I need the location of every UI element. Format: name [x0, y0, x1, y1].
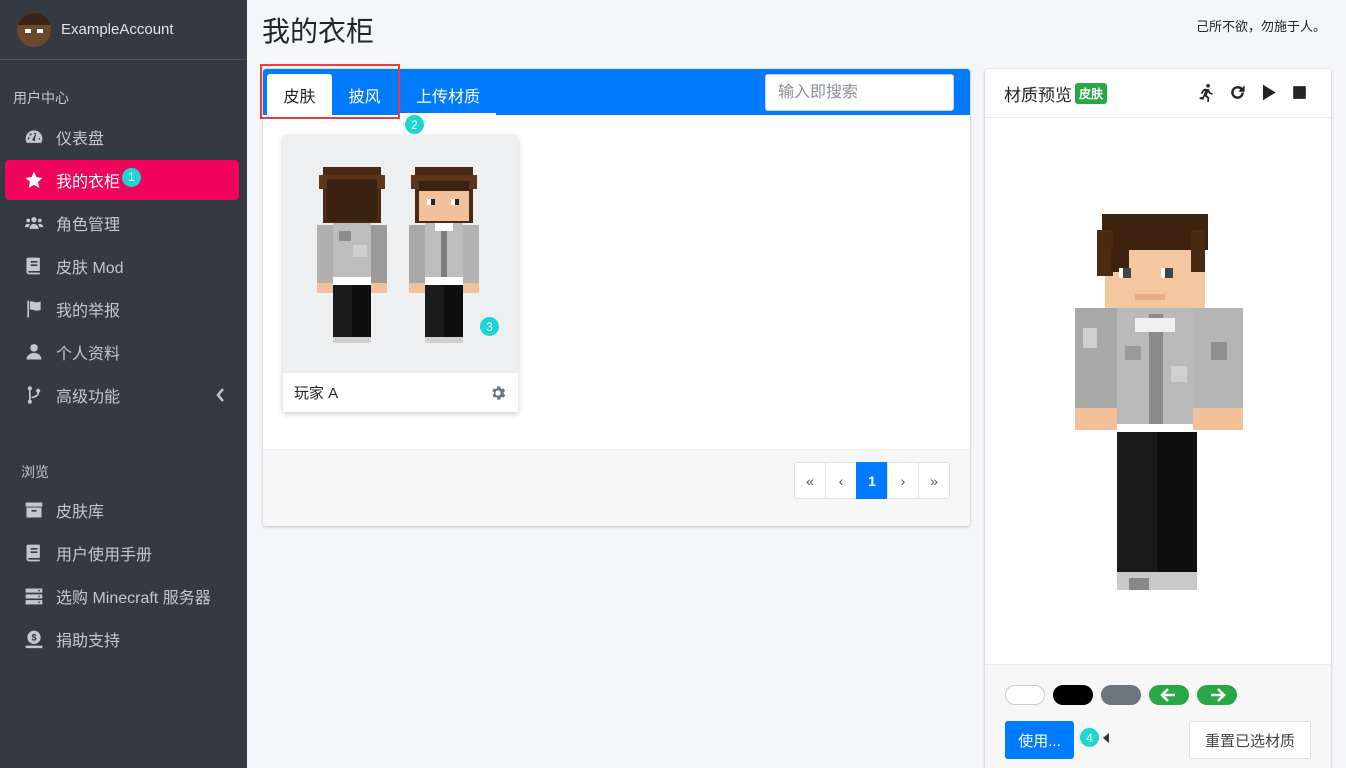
- sidebar-item-skin-mod[interactable]: 皮肤 Mod: [5, 246, 239, 286]
- type-badge: 皮肤: [1075, 82, 1108, 104]
- server-icon: [23, 585, 45, 607]
- preview-tools: [1185, 83, 1309, 102]
- bg-white-swatch[interactable]: [1005, 685, 1045, 705]
- preview-title: 材质预览: [1004, 85, 1072, 105]
- sidebar-item-label: 角色管理: [56, 217, 121, 234]
- sidebar-item-label: 皮肤 Mod: [56, 260, 124, 277]
- sidebar-item-label: 我的衣柜: [56, 174, 121, 191]
- sidebar-item-dashboard[interactable]: 仪表盘: [5, 117, 239, 157]
- sidebar-item-donate[interactable]: $ 捐助支持: [5, 619, 239, 659]
- page-next[interactable]: ›: [887, 462, 919, 499]
- sidebar-item-players[interactable]: 角色管理: [5, 203, 239, 243]
- gauge-icon: [23, 126, 45, 148]
- reset-selected-button[interactable]: 重置已选材质: [1189, 721, 1311, 759]
- sidebar-item-label: 我的举报: [56, 303, 121, 320]
- book-icon: [23, 542, 45, 564]
- pagination: « ‹ 1 › »: [794, 462, 950, 499]
- closet-footer: « ‹ 1 › »: [263, 449, 970, 526]
- sidebar-item-label: 选购 Minecraft 服务器: [56, 590, 211, 607]
- sidebar-item-label: 皮肤库: [56, 504, 105, 521]
- stop-icon[interactable]: [1290, 83, 1309, 102]
- sidebar-item-label: 个人资料: [56, 346, 121, 363]
- arrow-right-icon: [1211, 688, 1226, 702]
- closet-item-name: 玩家 A: [294, 385, 339, 402]
- sidebar-item-skinlib[interactable]: 皮肤库: [5, 490, 239, 530]
- code-branch-icon: [23, 384, 45, 406]
- use-button[interactable]: 使用...: [1005, 721, 1074, 759]
- page-title: 我的衣柜: [262, 16, 375, 47]
- page-prev[interactable]: ‹: [825, 462, 857, 499]
- page-last[interactable]: »: [918, 462, 950, 499]
- next-skin-button[interactable]: [1197, 685, 1237, 705]
- pointer-arrow-icon: [1103, 733, 1109, 743]
- chevron-left-icon: [216, 388, 224, 402]
- star-icon: [23, 169, 45, 191]
- arrow-left-icon: [1160, 688, 1175, 702]
- skin-3d-canvas[interactable]: [985, 118, 1331, 664]
- nav-header-user-center: 用户中心: [13, 90, 69, 106]
- account-name: ExampleAccount: [61, 21, 174, 38]
- book-icon: [23, 255, 45, 277]
- preview-footer: 使用... 4 重置已选材质: [985, 664, 1331, 768]
- sidebar-item-servers[interactable]: 选购 Minecraft 服务器: [5, 576, 239, 616]
- user-icon: [23, 341, 45, 363]
- sidebar-item-label: 高级功能: [56, 389, 121, 406]
- rotate-icon[interactable]: [1228, 83, 1247, 102]
- closet-items: 3 玩家 A: [263, 115, 970, 449]
- step-marker: 1: [122, 167, 142, 187]
- nav-header-browse: 浏览: [21, 464, 49, 480]
- step-marker: 3: [480, 317, 499, 336]
- preview-card: 材质预览 皮肤 使用... 4 重置已选材质: [985, 69, 1331, 768]
- sidebar: ExampleAccount 用户中心 仪表盘 我的衣柜 1 角色管理 皮肤 M…: [0, 0, 247, 768]
- sidebar-item-label: 捐助支持: [56, 633, 121, 650]
- sidebar-item-label: 仪表盘: [56, 131, 105, 148]
- sidebar-item-closet[interactable]: 我的衣柜 1: [5, 160, 239, 200]
- flag-icon: [23, 298, 45, 320]
- sidebar-item-advanced[interactable]: 高级功能: [5, 375, 239, 415]
- preview-header: 材质预览 皮肤: [985, 69, 1331, 118]
- sidebar-item-profile[interactable]: 个人资料: [5, 332, 239, 372]
- search-input[interactable]: [765, 74, 954, 111]
- step-marker: 4: [1080, 728, 1099, 747]
- tabs-highlight-box: [260, 64, 400, 119]
- donate-icon: $: [23, 628, 45, 650]
- closet-card: 皮肤 披风 上传材质 输入即搜索 3 玩家 A « ‹ 1 › »: [263, 69, 970, 526]
- skin-thumbnail-image: [317, 167, 479, 343]
- prev-skin-button[interactable]: [1149, 685, 1189, 705]
- bg-gray-swatch[interactable]: [1101, 685, 1141, 705]
- svg-text:$: $: [31, 633, 36, 643]
- sidebar-item-label: 用户使用手册: [56, 547, 153, 564]
- run-icon[interactable]: [1197, 83, 1216, 102]
- sidebar-item-manual[interactable]: 用户使用手册: [5, 533, 239, 573]
- bg-black-swatch[interactable]: [1053, 685, 1093, 705]
- play-icon[interactable]: [1259, 83, 1278, 102]
- closet-item-footer: 玩家 A: [283, 373, 518, 412]
- tab-upload[interactable]: 上传材质: [400, 74, 496, 115]
- users-icon: [23, 212, 45, 234]
- account-brand[interactable]: ExampleAccount: [0, 0, 247, 60]
- motto-text: 己所不欲，勿施于人。: [1195, 19, 1326, 34]
- step-marker: 2: [405, 115, 424, 134]
- archive-icon: [23, 499, 45, 521]
- page-current[interactable]: 1: [856, 462, 888, 499]
- skin-thumbnail: 3: [283, 135, 518, 373]
- gear-icon[interactable]: [489, 384, 507, 402]
- closet-item[interactable]: 3 玩家 A: [283, 135, 518, 412]
- page-first[interactable]: «: [794, 462, 826, 499]
- sidebar-item-reports[interactable]: 我的举报: [5, 289, 239, 329]
- avatar: [17, 12, 51, 47]
- skin-preview-model: [1075, 214, 1243, 590]
